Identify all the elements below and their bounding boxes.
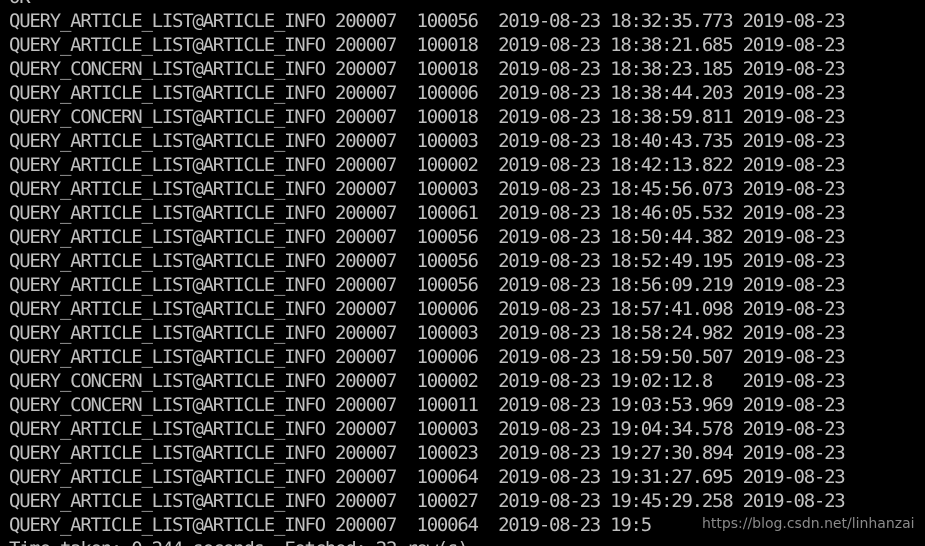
terminal-window[interactable]: OK QUERY_ARTICLE_LIST@ARTICLE_INFO 20000… (0, 0, 925, 546)
table-row: QUERY_CONCERN_LIST@ARTICLE_INFO 200007 1… (9, 106, 846, 128)
table-row: QUERY_ARTICLE_LIST@ARTICLE_INFO 200007 1… (9, 10, 846, 32)
table-row: QUERY_ARTICLE_LIST@ARTICLE_INFO 200007 1… (9, 154, 846, 176)
table-row: QUERY_ARTICLE_LIST@ARTICLE_INFO 200007 1… (9, 178, 846, 200)
table-row: QUERY_CONCERN_LIST@ARTICLE_INFO 200007 1… (9, 394, 846, 416)
terminal-output: OK QUERY_ARTICLE_LIST@ARTICLE_INFO 20000… (9, 0, 846, 546)
table-row: QUERY_ARTICLE_LIST@ARTICLE_INFO 200007 1… (9, 442, 846, 464)
table-row: QUERY_ARTICLE_LIST@ARTICLE_INFO 200007 1… (9, 226, 846, 248)
watermark: https://blog.csdn.net/linhanzai (702, 516, 915, 532)
table-row: QUERY_ARTICLE_LIST@ARTICLE_INFO 200007 1… (9, 250, 846, 272)
table-row: QUERY_ARTICLE_LIST@ARTICLE_INFO 200007 1… (9, 466, 846, 488)
table-row: QUERY_ARTICLE_LIST@ARTICLE_INFO 200007 1… (9, 490, 846, 512)
terminal-line-status: OK (9, 0, 845, 9)
table-row: QUERY_ARTICLE_LIST@ARTICLE_INFO 200007 1… (9, 346, 846, 368)
table-row: QUERY_CONCERN_LIST@ARTICLE_INFO 200007 1… (9, 370, 846, 392)
table-row: QUERY_ARTICLE_LIST@ARTICLE_INFO 200007 1… (9, 130, 846, 152)
table-row: QUERY_ARTICLE_LIST@ARTICLE_INFO 200007 1… (9, 322, 846, 344)
table-row: QUERY_CONCERN_LIST@ARTICLE_INFO 200007 1… (9, 58, 846, 80)
table-row: QUERY_ARTICLE_LIST@ARTICLE_INFO 200007 1… (9, 274, 846, 296)
terminal-line-summary: Time taken: 0.244 seconds, Fetched: 22 r… (9, 537, 845, 546)
table-row: QUERY_ARTICLE_LIST@ARTICLE_INFO 200007 1… (9, 202, 846, 224)
table-row: QUERY_ARTICLE_LIST@ARTICLE_INFO 200007 1… (9, 298, 846, 320)
table-row: QUERY_ARTICLE_LIST@ARTICLE_INFO 200007 1… (9, 418, 846, 440)
table-row: QUERY_ARTICLE_LIST@ARTICLE_INFO 200007 1… (9, 82, 846, 104)
table-row: QUERY_ARTICLE_LIST@ARTICLE_INFO 200007 1… (9, 34, 846, 56)
